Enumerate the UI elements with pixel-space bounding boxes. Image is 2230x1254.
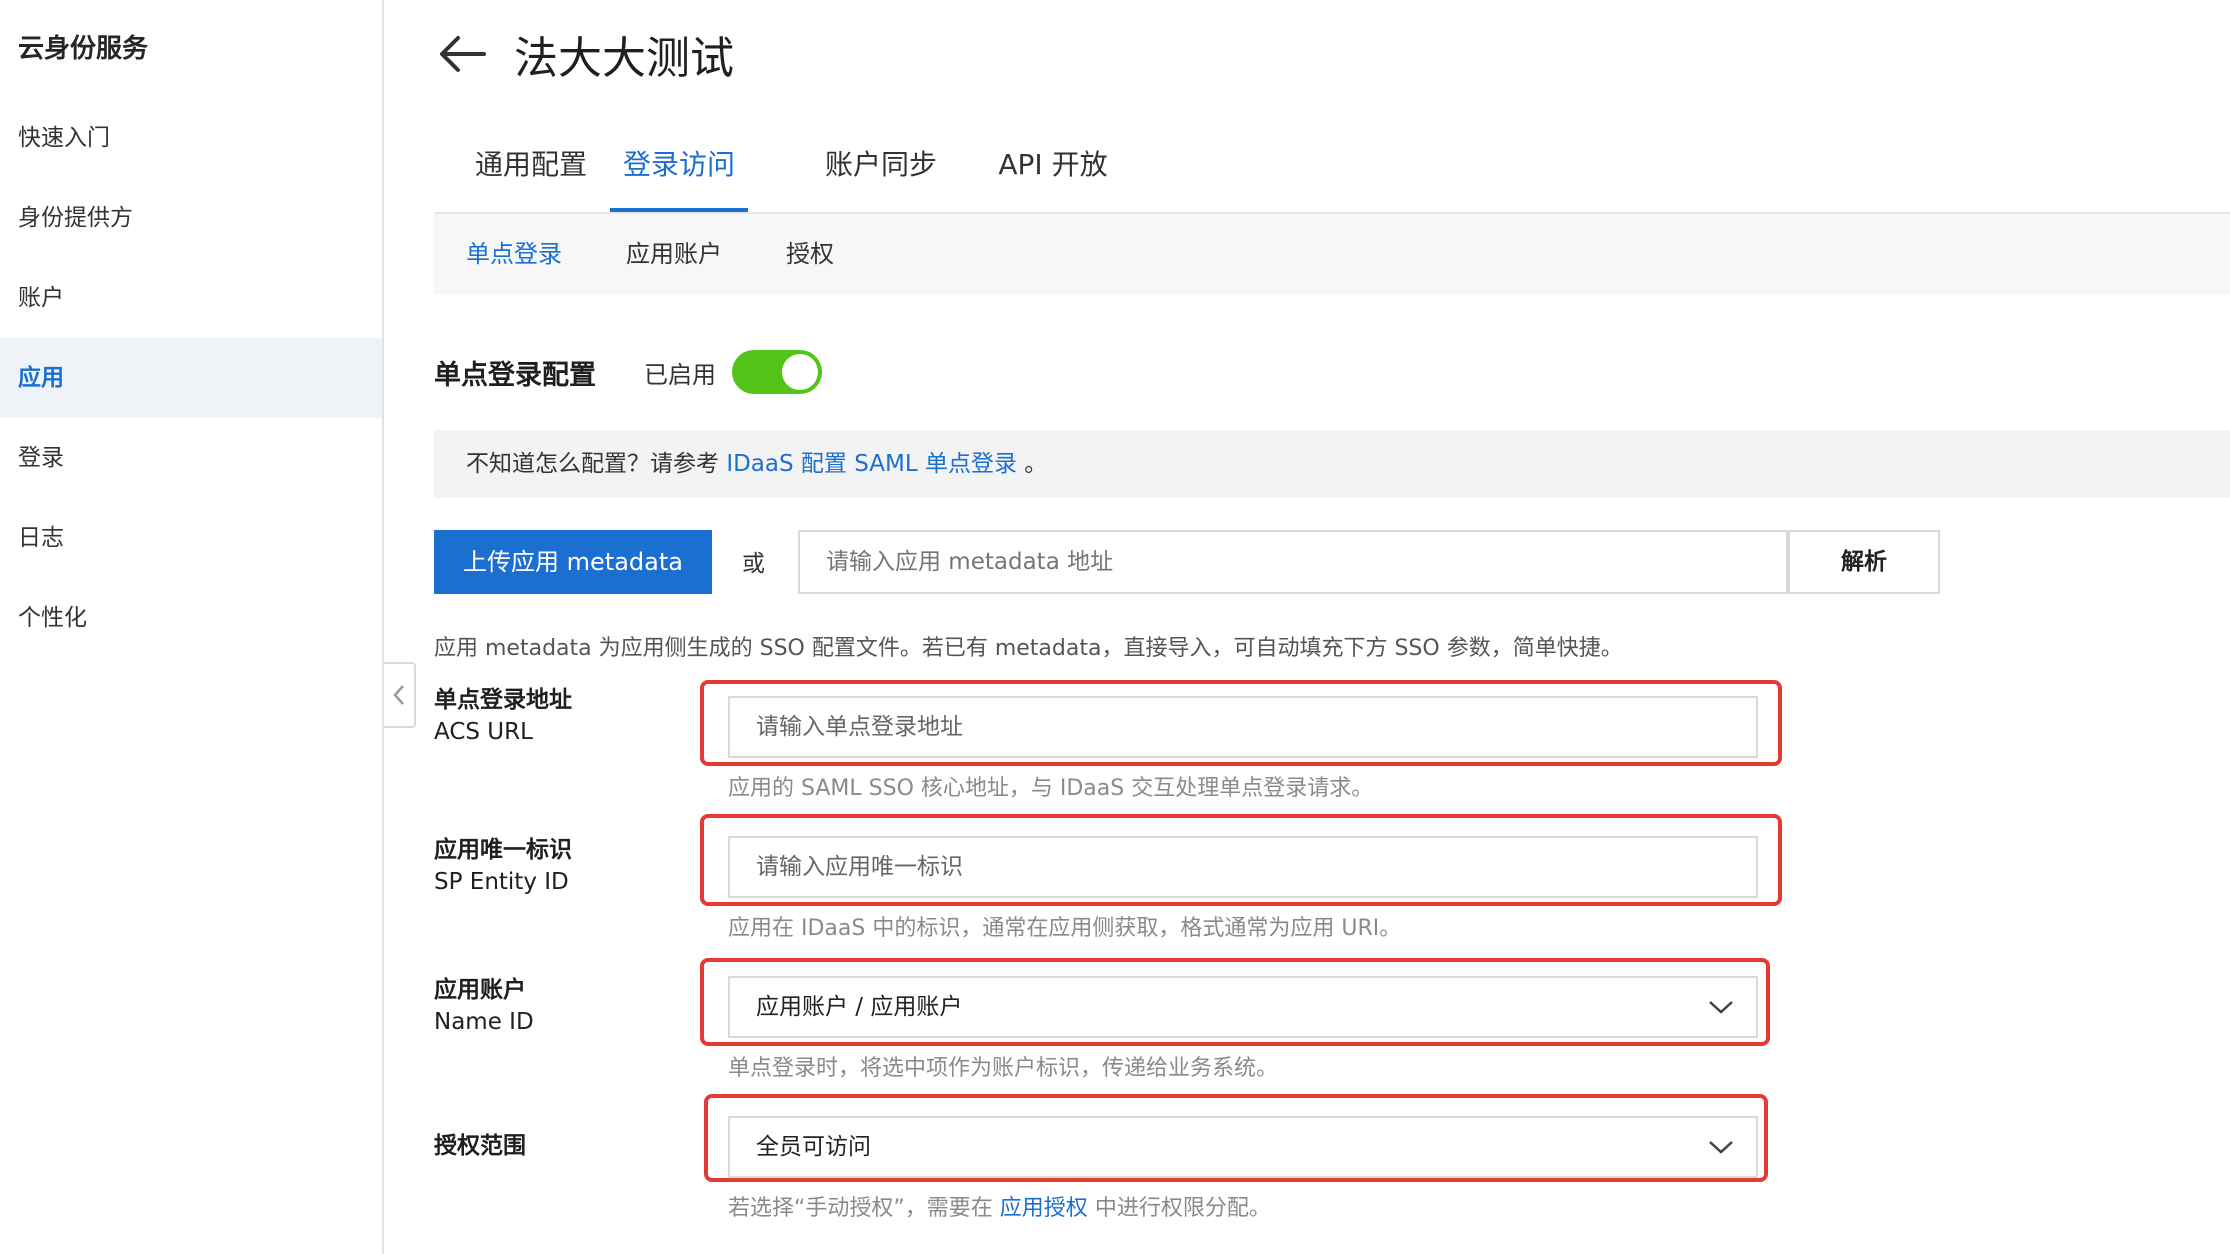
notice-prefix: 不知道怎么配置？请参考 bbox=[466, 451, 719, 477]
entity-id-label-en: SP Entity ID bbox=[434, 869, 569, 895]
sso-status-text: 已启用 bbox=[644, 360, 716, 389]
subtab-bar: 单点登录 应用账户 授权 bbox=[434, 214, 2230, 294]
app-authorization-link[interactable]: 应用授权 bbox=[1000, 1196, 1088, 1221]
sso-config-label: 单点登录配置 bbox=[434, 359, 596, 391]
acs-url-label-zh: 单点登录地址 bbox=[434, 687, 572, 713]
help-notice: 不知道怎么配置？请参考 IDaaS 配置 SAML 单点登录 。 bbox=[434, 430, 2230, 498]
sso-config-row: 单点登录配置 已启用 bbox=[434, 350, 822, 394]
sidebar: 云身份服务 快速入门 身份提供方 账户 应用 登录 日志 个性化 bbox=[0, 0, 384, 1254]
auth-scope-select-value: 全员可访问 bbox=[756, 1134, 871, 1160]
auth-scope-help-prefix: 若选择“手动授权”，需要在 bbox=[728, 1196, 993, 1221]
sidebar-item-identity-provider[interactable]: 身份提供方 bbox=[0, 178, 382, 258]
saml-guide-link[interactable]: IDaaS 配置 SAML 单点登录 bbox=[726, 451, 1017, 477]
tab-login-access[interactable]: 登录访问 bbox=[610, 132, 748, 212]
entity-id-label: 应用唯一标识 SP Entity ID bbox=[434, 834, 572, 898]
tab-account-sync[interactable]: 账户同步 bbox=[816, 132, 946, 212]
metadata-help-text: 应用 metadata 为应用侧生成的 SSO 配置文件。若已有 metadat… bbox=[434, 636, 1623, 661]
auth-scope-help: 若选择“手动授权”，需要在 应用授权 中进行权限分配。 bbox=[728, 1190, 1271, 1222]
entity-id-label-zh: 应用唯一标识 bbox=[434, 837, 572, 863]
sidebar-item-accounts[interactable]: 账户 bbox=[0, 258, 382, 338]
entity-id-help: 应用在 IDaaS 中的标识，通常在应用侧获取，格式通常为应用 URI。 bbox=[728, 916, 1402, 941]
name-id-select-value: 应用账户 / 应用账户 bbox=[756, 994, 963, 1020]
auth-scope-label-zh: 授权范围 bbox=[434, 1133, 526, 1159]
parse-button[interactable]: 解析 bbox=[1788, 530, 1940, 594]
tab-bar: 通用配置 登录访问 账户同步 API 开放 bbox=[434, 132, 2230, 214]
chevron-down-icon bbox=[1709, 1001, 1733, 1014]
entity-id-input[interactable] bbox=[728, 836, 1758, 898]
sidebar-item-quickstart[interactable]: 快速入门 bbox=[0, 98, 382, 178]
subtab-authorization[interactable]: 授权 bbox=[786, 214, 834, 294]
auth-scope-label: 授权范围 bbox=[434, 1130, 526, 1162]
acs-url-label-en: ACS URL bbox=[434, 719, 533, 745]
subtab-sso[interactable]: 单点登录 bbox=[466, 214, 562, 294]
subtab-app-accounts[interactable]: 应用账户 bbox=[626, 214, 722, 294]
sidebar-item-logs[interactable]: 日志 bbox=[0, 498, 382, 578]
or-text: 或 bbox=[742, 551, 765, 577]
name-id-help: 单点登录时，将选中项作为账户标识，传递给业务系统。 bbox=[728, 1056, 1279, 1081]
sso-enable-toggle[interactable] bbox=[732, 350, 822, 394]
notice-suffix: 。 bbox=[1024, 451, 1048, 477]
chevron-down-icon bbox=[1709, 1141, 1733, 1154]
toggle-knob bbox=[782, 354, 818, 390]
metadata-url-input[interactable] bbox=[798, 530, 1788, 594]
tab-general-config[interactable]: 通用配置 bbox=[466, 132, 596, 212]
auth-scope-help-suffix: 中进行权限分配。 bbox=[1094, 1196, 1271, 1221]
name-id-select[interactable]: 应用账户 / 应用账户 bbox=[728, 976, 1758, 1038]
sidebar-title: 云身份服务 bbox=[18, 34, 149, 64]
back-arrow-icon[interactable] bbox=[434, 26, 490, 82]
page-title: 法大大测试 bbox=[514, 33, 734, 84]
name-id-label-zh: 应用账户 bbox=[434, 977, 526, 1003]
acs-url-label: 单点登录地址 ACS URL bbox=[434, 684, 572, 748]
upload-metadata-button[interactable]: 上传应用 metadata bbox=[434, 530, 712, 594]
auth-scope-select[interactable]: 全员可访问 bbox=[728, 1116, 1758, 1178]
acs-url-input[interactable] bbox=[728, 696, 1758, 758]
acs-url-help: 应用的 SAML SSO 核心地址，与 IDaaS 交互处理单点登录请求。 bbox=[728, 776, 1374, 801]
sidebar-item-login[interactable]: 登录 bbox=[0, 418, 382, 498]
tab-api-open[interactable]: API 开放 bbox=[988, 132, 1118, 212]
chevron-left-icon bbox=[393, 685, 404, 705]
sidebar-collapse-button[interactable] bbox=[384, 662, 416, 728]
name-id-label: 应用账户 Name ID bbox=[434, 974, 534, 1038]
sidebar-item-personalization[interactable]: 个性化 bbox=[0, 578, 382, 658]
page-header: 法大大测试 bbox=[434, 22, 734, 86]
name-id-label-en: Name ID bbox=[434, 1009, 534, 1035]
sidebar-item-applications[interactable]: 应用 bbox=[0, 338, 382, 418]
